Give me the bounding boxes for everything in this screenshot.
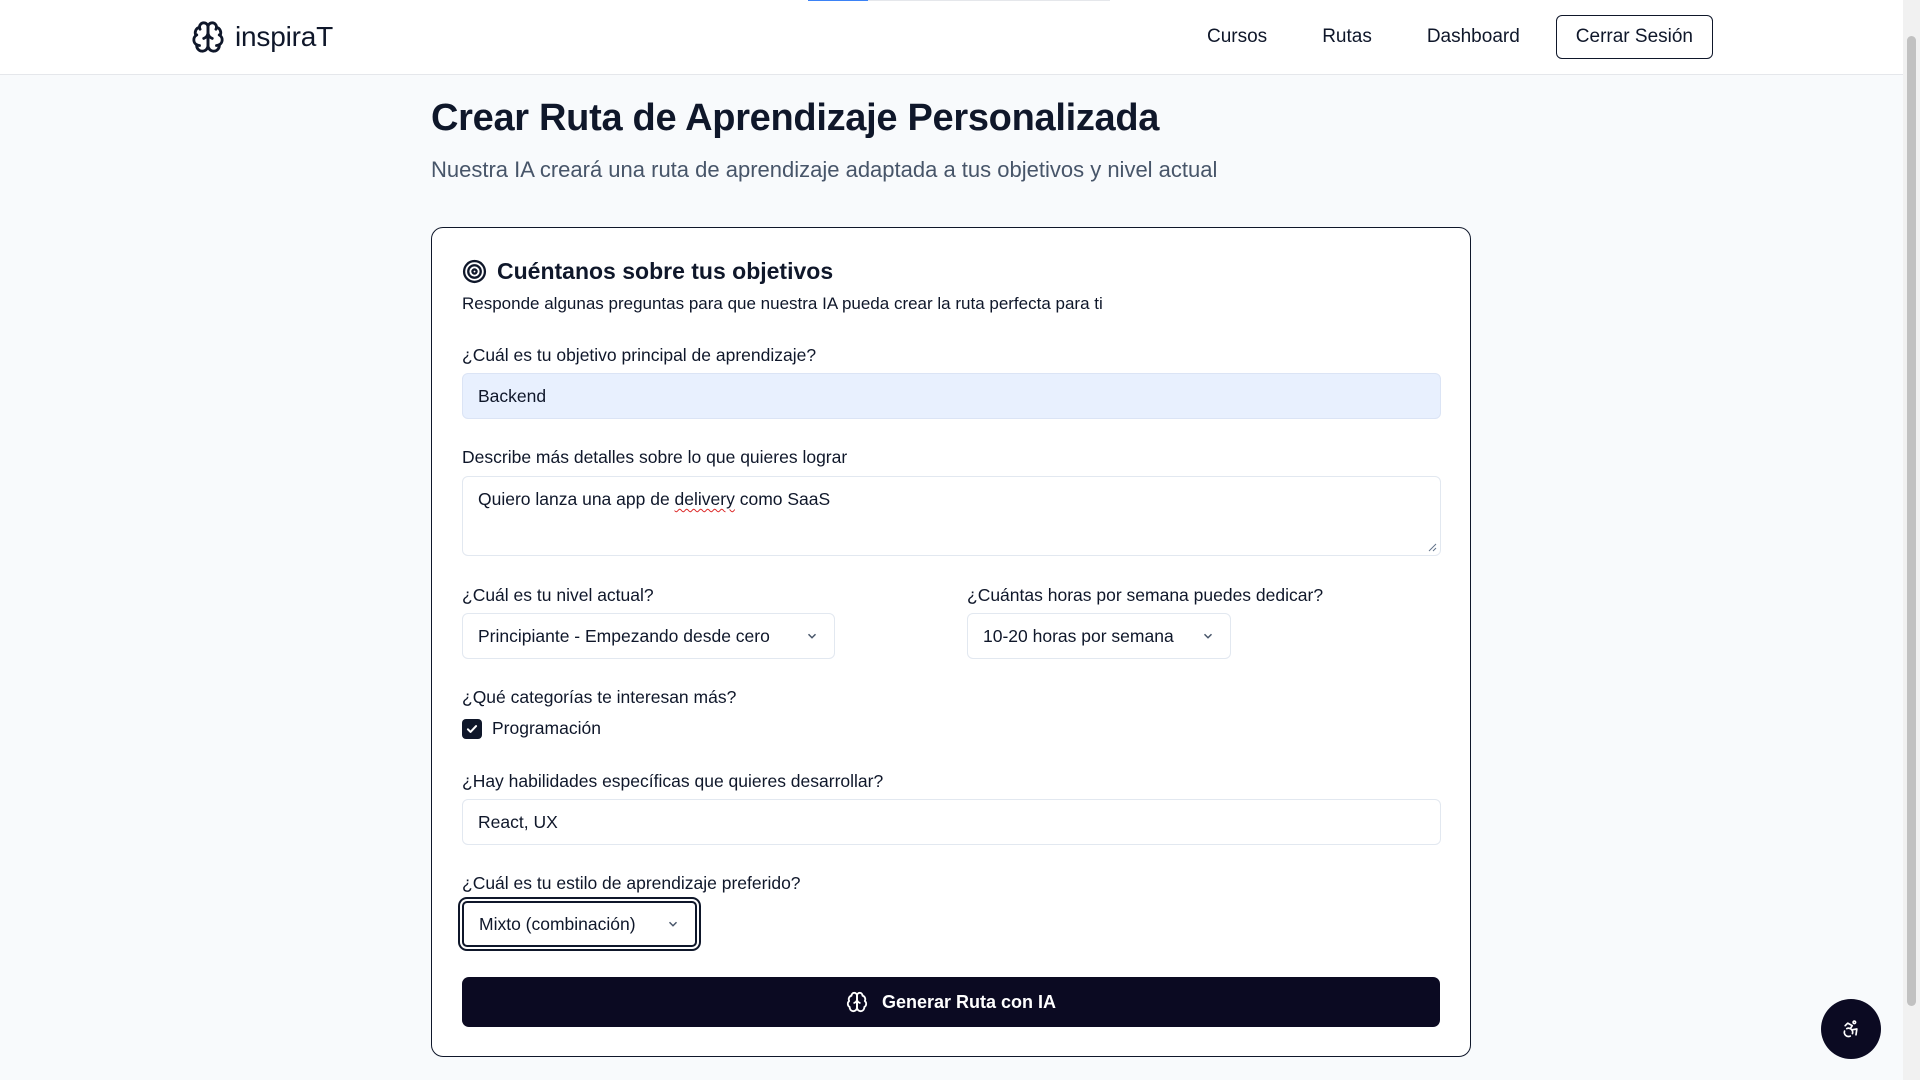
style-label: ¿Cuál es tu estilo de aprendizaje prefer…: [462, 873, 801, 893]
hours-label: ¿Cuántas horas por semana puedes dedicar…: [967, 585, 1324, 605]
learning-style-select[interactable]: Mixto (combinación): [462, 901, 697, 947]
accessibility-button[interactable]: [1821, 999, 1881, 1059]
hours-select-value: 10-20 horas por semana: [983, 625, 1174, 646]
category-label: Programación: [492, 718, 601, 738]
card-header: Cuéntanos sobre tus objetivos: [462, 258, 833, 285]
hours-select[interactable]: 10-20 horas por semana: [967, 613, 1231, 659]
level-select-value: Principiante - Empezando desde cero: [478, 625, 770, 646]
learning-style-select-value: Mixto (combinación): [479, 913, 636, 934]
goal-input-value: Backend: [478, 385, 547, 406]
page-subtitle: Nuestra IA creará una ruta de aprendizaj…: [431, 157, 1218, 182]
card-title: Cuéntanos sobre tus objetivos: [497, 258, 834, 284]
card-description: Responde algunas preguntas para que nues…: [462, 294, 1103, 313]
page-scrollbar[interactable]: [1903, 0, 1920, 1080]
generate-route-label: Generar Ruta con IA: [881, 991, 1057, 1012]
chevron-down-icon: [666, 917, 680, 931]
goals-form-card: Cuéntanos sobre tus objetivos Responde a…: [431, 227, 1471, 1057]
logo-text: inspiraT: [235, 21, 333, 52]
skills-label: ¿Hay habilidades específicas que quieres…: [462, 771, 884, 791]
goal-label: ¿Cuál es tu objetivo principal de aprend…: [462, 345, 817, 365]
logo[interactable]: inspiraT: [191, 20, 333, 54]
top-navbar: inspiraT Cursos Rutas Dashboard Cerrar S…: [0, 0, 1920, 75]
loading-progress-bar: [808, 0, 1110, 1]
main-nav: Cursos Rutas Dashboard Cerrar Sesión: [1207, 15, 1713, 59]
details-textarea[interactable]: Quiero lanza una app de delivery como Sa…: [462, 476, 1441, 556]
level-label: ¿Cuál es tu nivel actual?: [462, 585, 654, 605]
categories-label: ¿Qué categorías te interesan más?: [462, 687, 737, 707]
resize-handle-icon[interactable]: [1428, 543, 1437, 552]
chevron-down-icon: [1201, 629, 1215, 643]
level-select[interactable]: Principiante - Empezando desde cero: [462, 613, 835, 659]
skills-input-value: React, UX: [478, 811, 558, 832]
accessibility-icon: [1843, 1020, 1858, 1038]
nav-link-dashboard[interactable]: Dashboard: [1427, 15, 1520, 59]
brain-icon: [846, 991, 868, 1013]
checkbox-checked[interactable]: [462, 718, 482, 739]
nav-link-cursos[interactable]: Cursos: [1207, 15, 1267, 59]
details-label: Describe más detalles sobre lo que quier…: [462, 447, 848, 467]
check-icon: [466, 724, 478, 733]
goal-input[interactable]: Backend: [462, 373, 1441, 419]
generate-route-button[interactable]: Generar Ruta con IA: [462, 977, 1440, 1027]
category-option-programacion[interactable]: Programación: [462, 718, 601, 739]
scrollbar-thumb[interactable]: [1907, 36, 1916, 1006]
page-title: Crear Ruta de Aprendizaje Personalizada: [431, 97, 1160, 139]
nav-link-rutas[interactable]: Rutas: [1322, 15, 1372, 59]
details-textarea-value: Quiero lanza una app de delivery como Sa…: [478, 489, 831, 509]
target-icon: [462, 259, 487, 284]
logout-button[interactable]: Cerrar Sesión: [1555, 15, 1713, 59]
brain-icon: [192, 21, 224, 53]
skills-input[interactable]: React, UX: [462, 799, 1441, 845]
chevron-down-icon: [805, 629, 819, 643]
